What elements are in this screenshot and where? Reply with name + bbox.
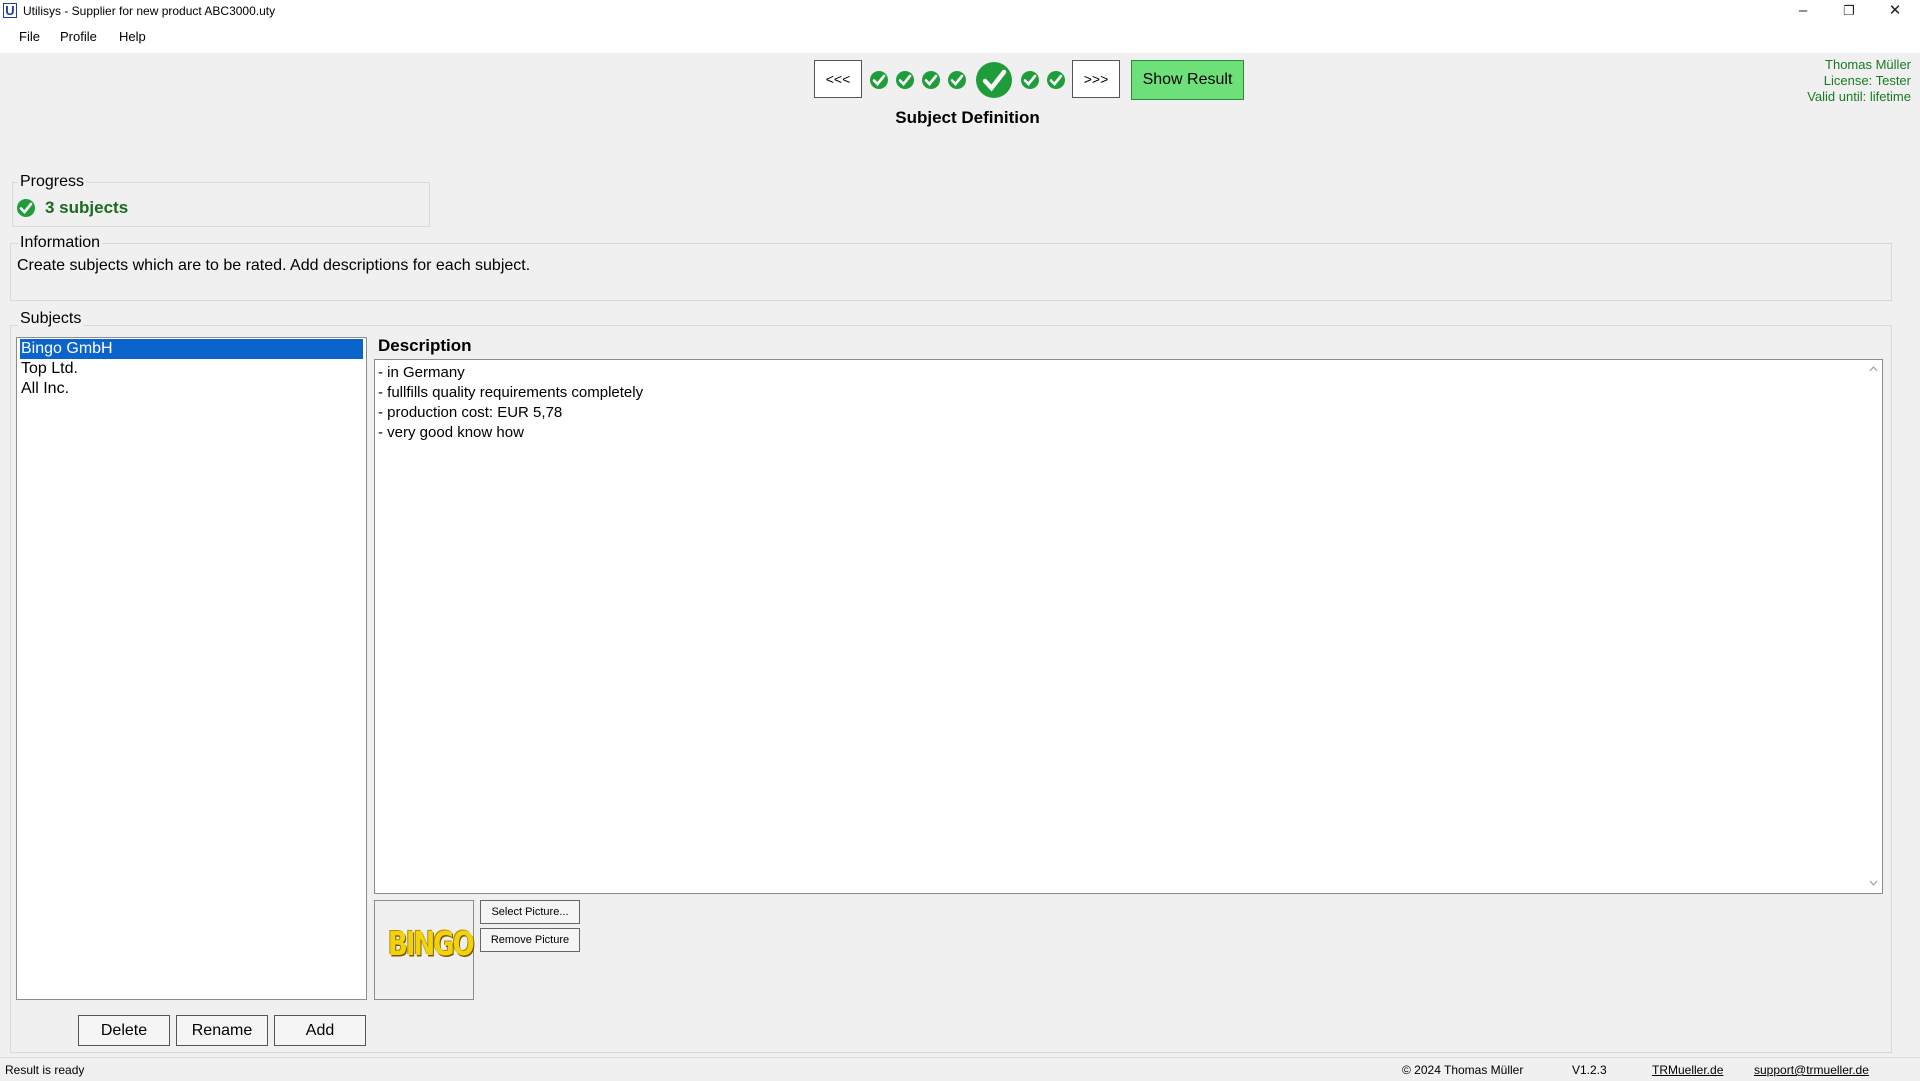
step-2-check-icon[interactable] xyxy=(896,71,914,89)
subject-list[interactable]: Bingo GmbH Top Ltd. All Inc. xyxy=(16,337,367,1000)
add-button[interactable]: Add xyxy=(274,1015,366,1046)
step-4-check-icon[interactable] xyxy=(948,71,966,89)
description-line: - in Germany xyxy=(378,364,465,381)
menu-profile-label: Profile xyxy=(60,29,97,44)
show-result-button[interactable]: Show Result xyxy=(1131,60,1244,100)
app-icon: U xyxy=(3,3,17,18)
delete-button[interactable]: Delete xyxy=(78,1015,170,1046)
menu-help-label: Help xyxy=(119,29,146,44)
bingo-logo: BINGO xyxy=(388,926,475,964)
user-info: Thomas Müller License: Tester Valid unti… xyxy=(1807,57,1911,105)
description-line: - very good know how xyxy=(378,424,524,441)
copyright-text: © 2024 Thomas Müller xyxy=(1402,1063,1524,1077)
user-name: Thomas Müller xyxy=(1825,57,1911,72)
progress-check-icon xyxy=(17,199,35,217)
select-picture-button[interactable]: Select Picture... xyxy=(480,900,580,924)
restore-button[interactable]: ❐ xyxy=(1826,0,1872,23)
menu-file-label: File xyxy=(19,29,40,44)
close-button[interactable]: ✕ xyxy=(1872,0,1918,23)
next-step-button[interactable]: >>> xyxy=(1072,60,1120,98)
remove-picture-button[interactable]: Remove Picture xyxy=(480,928,580,952)
description-textarea[interactable]: - in Germany - fullfills quality require… xyxy=(374,359,1883,894)
menu-help[interactable]: Help xyxy=(119,29,146,44)
minimize-button[interactable]: – xyxy=(1780,0,1826,23)
menu-profile[interactable]: Profile xyxy=(60,29,97,44)
step-1-check-icon[interactable] xyxy=(870,71,888,89)
step-title: Subject Definition xyxy=(895,108,1040,127)
menu-file[interactable]: File xyxy=(19,29,40,44)
description-line: - fullfills quality requirements complet… xyxy=(378,384,644,401)
description-line: - production cost: EUR 5,78 xyxy=(378,404,563,421)
progress-status: 3 subjects xyxy=(45,198,129,217)
license-text: License: Tester xyxy=(1823,73,1911,88)
support-email-link[interactable]: support@trmueller.de xyxy=(1754,1063,1869,1077)
window-title: Utilisys - Supplier for new product ABC3… xyxy=(23,4,276,18)
information-text: Create subjects which are to be rated. A… xyxy=(17,257,531,274)
list-item[interactable]: Top Ltd. xyxy=(20,359,363,379)
title-bar xyxy=(0,0,1920,23)
menu-bar xyxy=(0,23,1920,53)
progress-label: Progress xyxy=(18,173,87,191)
step-3-check-icon[interactable] xyxy=(922,71,940,89)
description-label: Description xyxy=(378,336,472,355)
list-item[interactable]: Bingo GmbH xyxy=(20,339,363,359)
website-link[interactable]: TRMueller.de xyxy=(1652,1063,1723,1077)
rename-button[interactable]: Rename xyxy=(176,1015,268,1046)
version-text: V1.2.3 xyxy=(1572,1063,1607,1077)
list-item[interactable]: All Inc. xyxy=(20,379,363,399)
subjects-label: Subjects xyxy=(18,310,84,328)
information-label: Information xyxy=(18,234,103,252)
scroll-arrows-icon xyxy=(1869,366,1878,886)
step-6-check-icon[interactable] xyxy=(1021,71,1039,89)
current-step-check-icon[interactable] xyxy=(976,62,1012,98)
previous-step-button[interactable]: <<< xyxy=(814,60,862,98)
description-scrollbar[interactable] xyxy=(1865,360,1882,893)
status-message: Result is ready xyxy=(5,1063,85,1077)
status-bar xyxy=(0,1057,1920,1081)
step-7-check-icon[interactable] xyxy=(1047,71,1065,89)
subject-picture: BINGO xyxy=(374,900,475,1000)
valid-until-text: Valid until: lifetime xyxy=(1807,89,1911,104)
